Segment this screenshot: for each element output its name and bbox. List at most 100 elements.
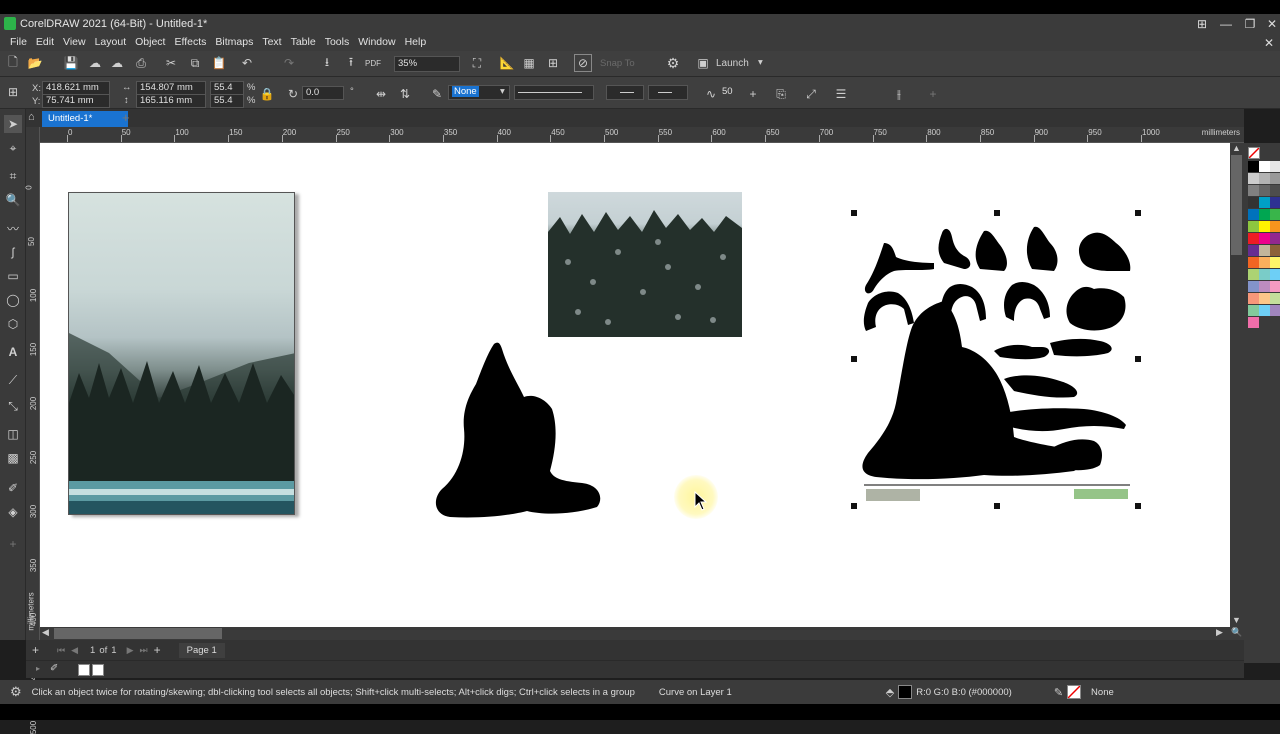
menu-table[interactable]: Table <box>291 36 316 48</box>
color-swatch[interactable] <box>1259 293 1270 304</box>
color-swatch[interactable] <box>1270 293 1280 304</box>
color-swatch[interactable] <box>1270 245 1280 256</box>
cut-icon[interactable]: ✂ <box>162 54 180 72</box>
eyedropper-small-icon[interactable]: ✐ <box>50 663 58 674</box>
close-button[interactable]: ✕ <box>1260 14 1280 33</box>
color-swatch[interactable] <box>1248 269 1259 280</box>
outline-pen-icon[interactable]: ✎ <box>428 85 446 103</box>
menu-object[interactable]: Object <box>135 36 165 48</box>
color-swatch[interactable] <box>1259 221 1270 232</box>
color-swatch[interactable] <box>1259 305 1270 316</box>
new-document-icon[interactable]: 🗋 <box>4 54 22 72</box>
transparency-tool-icon[interactable]: ▩ <box>4 449 22 467</box>
line-style-select[interactable] <box>514 85 594 100</box>
smoothing-value-field[interactable]: 50 <box>718 85 746 100</box>
interactive-fill-icon[interactable]: ◈ <box>4 503 22 521</box>
start-arrowhead-select[interactable] <box>606 85 644 100</box>
add-property-icon[interactable]: + <box>924 85 942 103</box>
selection-handle-ml[interactable] <box>851 356 857 362</box>
restore-toolbar-icon[interactable]: ⊞ <box>1190 14 1214 33</box>
publish-pdf-icon[interactable]: PDF <box>364 54 382 72</box>
rotation-icon[interactable]: ↻ <box>284 85 302 103</box>
color-swatch[interactable] <box>1248 281 1259 292</box>
document-palette-arrow-icon[interactable]: ▸ <box>36 664 40 673</box>
snowy-forest-photo[interactable] <box>548 192 742 337</box>
welcome-home-icon[interactable]: ⌂ <box>28 111 40 125</box>
drawing-canvas[interactable] <box>40 143 1230 627</box>
end-arrowhead-select[interactable] <box>648 85 688 100</box>
rectangle-tool-icon[interactable]: ▭ <box>4 267 22 285</box>
maximize-button[interactable]: ❐ <box>1238 14 1262 33</box>
color-swatch[interactable] <box>1270 281 1280 292</box>
close-document-icon[interactable]: ✕ <box>1264 36 1274 50</box>
menu-file[interactable]: File <box>10 36 27 48</box>
color-swatch[interactable] <box>1259 245 1270 256</box>
no-color-swatch[interactable] <box>1248 147 1260 159</box>
mirror-vertical-icon[interactable]: ⇅ <box>396 85 414 103</box>
color-swatch[interactable] <box>1259 161 1270 172</box>
menu-text[interactable]: Text <box>262 36 281 48</box>
wrap-text-icon[interactable]: ⎘ <box>772 85 790 103</box>
selection-handle-br[interactable] <box>1135 503 1141 509</box>
selection-handle-mr[interactable] <box>1135 356 1141 362</box>
color-swatch[interactable] <box>1248 173 1259 184</box>
quick-trace-icon[interactable]: ⤢ <box>802 85 820 103</box>
vertical-ruler[interactable]: 050100150200250300350400450500millimeter… <box>25 127 40 734</box>
menu-window[interactable]: Window <box>358 36 395 48</box>
freehand-tool-icon[interactable]: 〰 <box>4 219 22 237</box>
menu-help[interactable]: Help <box>405 36 427 48</box>
horizontal-scroll-thumb[interactable] <box>54 628 222 639</box>
color-swatch[interactable] <box>1270 257 1280 268</box>
menu-tools[interactable]: Tools <box>325 36 350 48</box>
color-swatch[interactable] <box>1259 281 1270 292</box>
outline-pen-status-icon[interactable]: ✎ <box>1054 686 1063 699</box>
launch-button[interactable]: Launch <box>716 58 749 69</box>
polygon-tool-icon[interactable]: ⬡ <box>4 315 22 333</box>
snap-to-label[interactable]: Snap To <box>600 58 635 69</box>
open-icon[interactable]: 📂 <box>26 54 44 72</box>
yoga-pose-silhouette[interactable] <box>432 339 602 521</box>
y-position-field[interactable]: 75.741 mm <box>42 94 110 108</box>
launch-icon[interactable]: ▣ <box>694 54 712 72</box>
download-cloud-icon[interactable]: ☁ <box>108 54 126 72</box>
color-swatch[interactable] <box>1270 269 1280 280</box>
color-swatch[interactable] <box>1248 317 1259 328</box>
scale-height-field[interactable]: 55.4 <box>210 94 244 108</box>
color-swatch[interactable] <box>1259 233 1270 244</box>
previous-page-icon[interactable]: ◀ <box>71 645 78 656</box>
connector-tool-icon[interactable]: ⤡ <box>4 397 22 415</box>
color-swatch[interactable] <box>1248 245 1259 256</box>
color-swatch[interactable] <box>1248 197 1259 208</box>
export-icon[interactable]: ⭱ <box>342 54 360 72</box>
eyedropper-icon[interactable]: ✐ <box>4 479 22 497</box>
document-tab[interactable]: Untitled-1* <box>42 111 128 127</box>
menu-layout[interactable]: Layout <box>95 36 127 48</box>
fill-indicator-icon[interactable]: ⬘ <box>886 686 894 699</box>
color-swatch[interactable] <box>1270 209 1280 220</box>
add-node-icon[interactable]: + <box>744 85 762 103</box>
object-origin-icon[interactable]: ⊞ <box>4 83 22 101</box>
import-icon[interactable]: ⭳ <box>318 54 336 72</box>
vertical-scroll-thumb[interactable] <box>1231 155 1242 255</box>
pick-tool-icon[interactable]: ➤ <box>4 115 22 133</box>
width-field[interactable]: 154.807 mm <box>136 81 206 95</box>
rotation-angle-field[interactable]: 0.0 <box>302 86 344 100</box>
crop-tool-icon[interactable]: ⌗ <box>4 167 22 185</box>
upload-cloud-icon[interactable]: ☁ <box>86 54 104 72</box>
horizontal-scrollbar[interactable]: ◀ ▶ <box>40 627 1230 640</box>
horizontal-ruler[interactable]: 0 50 100 150 200 250 300 350 400 450 500 550 600 650 7… <box>40 127 1244 143</box>
selection-handle-tc[interactable] <box>994 210 1000 216</box>
color-swatch[interactable] <box>1259 269 1270 280</box>
redo-icon[interactable]: ↷ <box>280 54 298 72</box>
x-position-field[interactable]: 418.621 mm <box>42 81 110 95</box>
zoom-tool-icon[interactable]: 🔍 <box>4 191 22 209</box>
minimize-button[interactable]: — <box>1214 14 1238 33</box>
color-swatch[interactable] <box>1248 293 1259 304</box>
color-swatch[interactable] <box>1248 185 1259 196</box>
color-swatch[interactable] <box>1248 221 1259 232</box>
drop-shadow-icon[interactable]: ◫ <box>4 425 22 443</box>
outline-width-chevron-icon[interactable]: ▾ <box>500 86 505 97</box>
color-swatch[interactable] <box>1248 257 1259 268</box>
shape-tool-icon[interactable]: ⌖ <box>4 139 22 157</box>
color-swatch[interactable] <box>1270 173 1280 184</box>
